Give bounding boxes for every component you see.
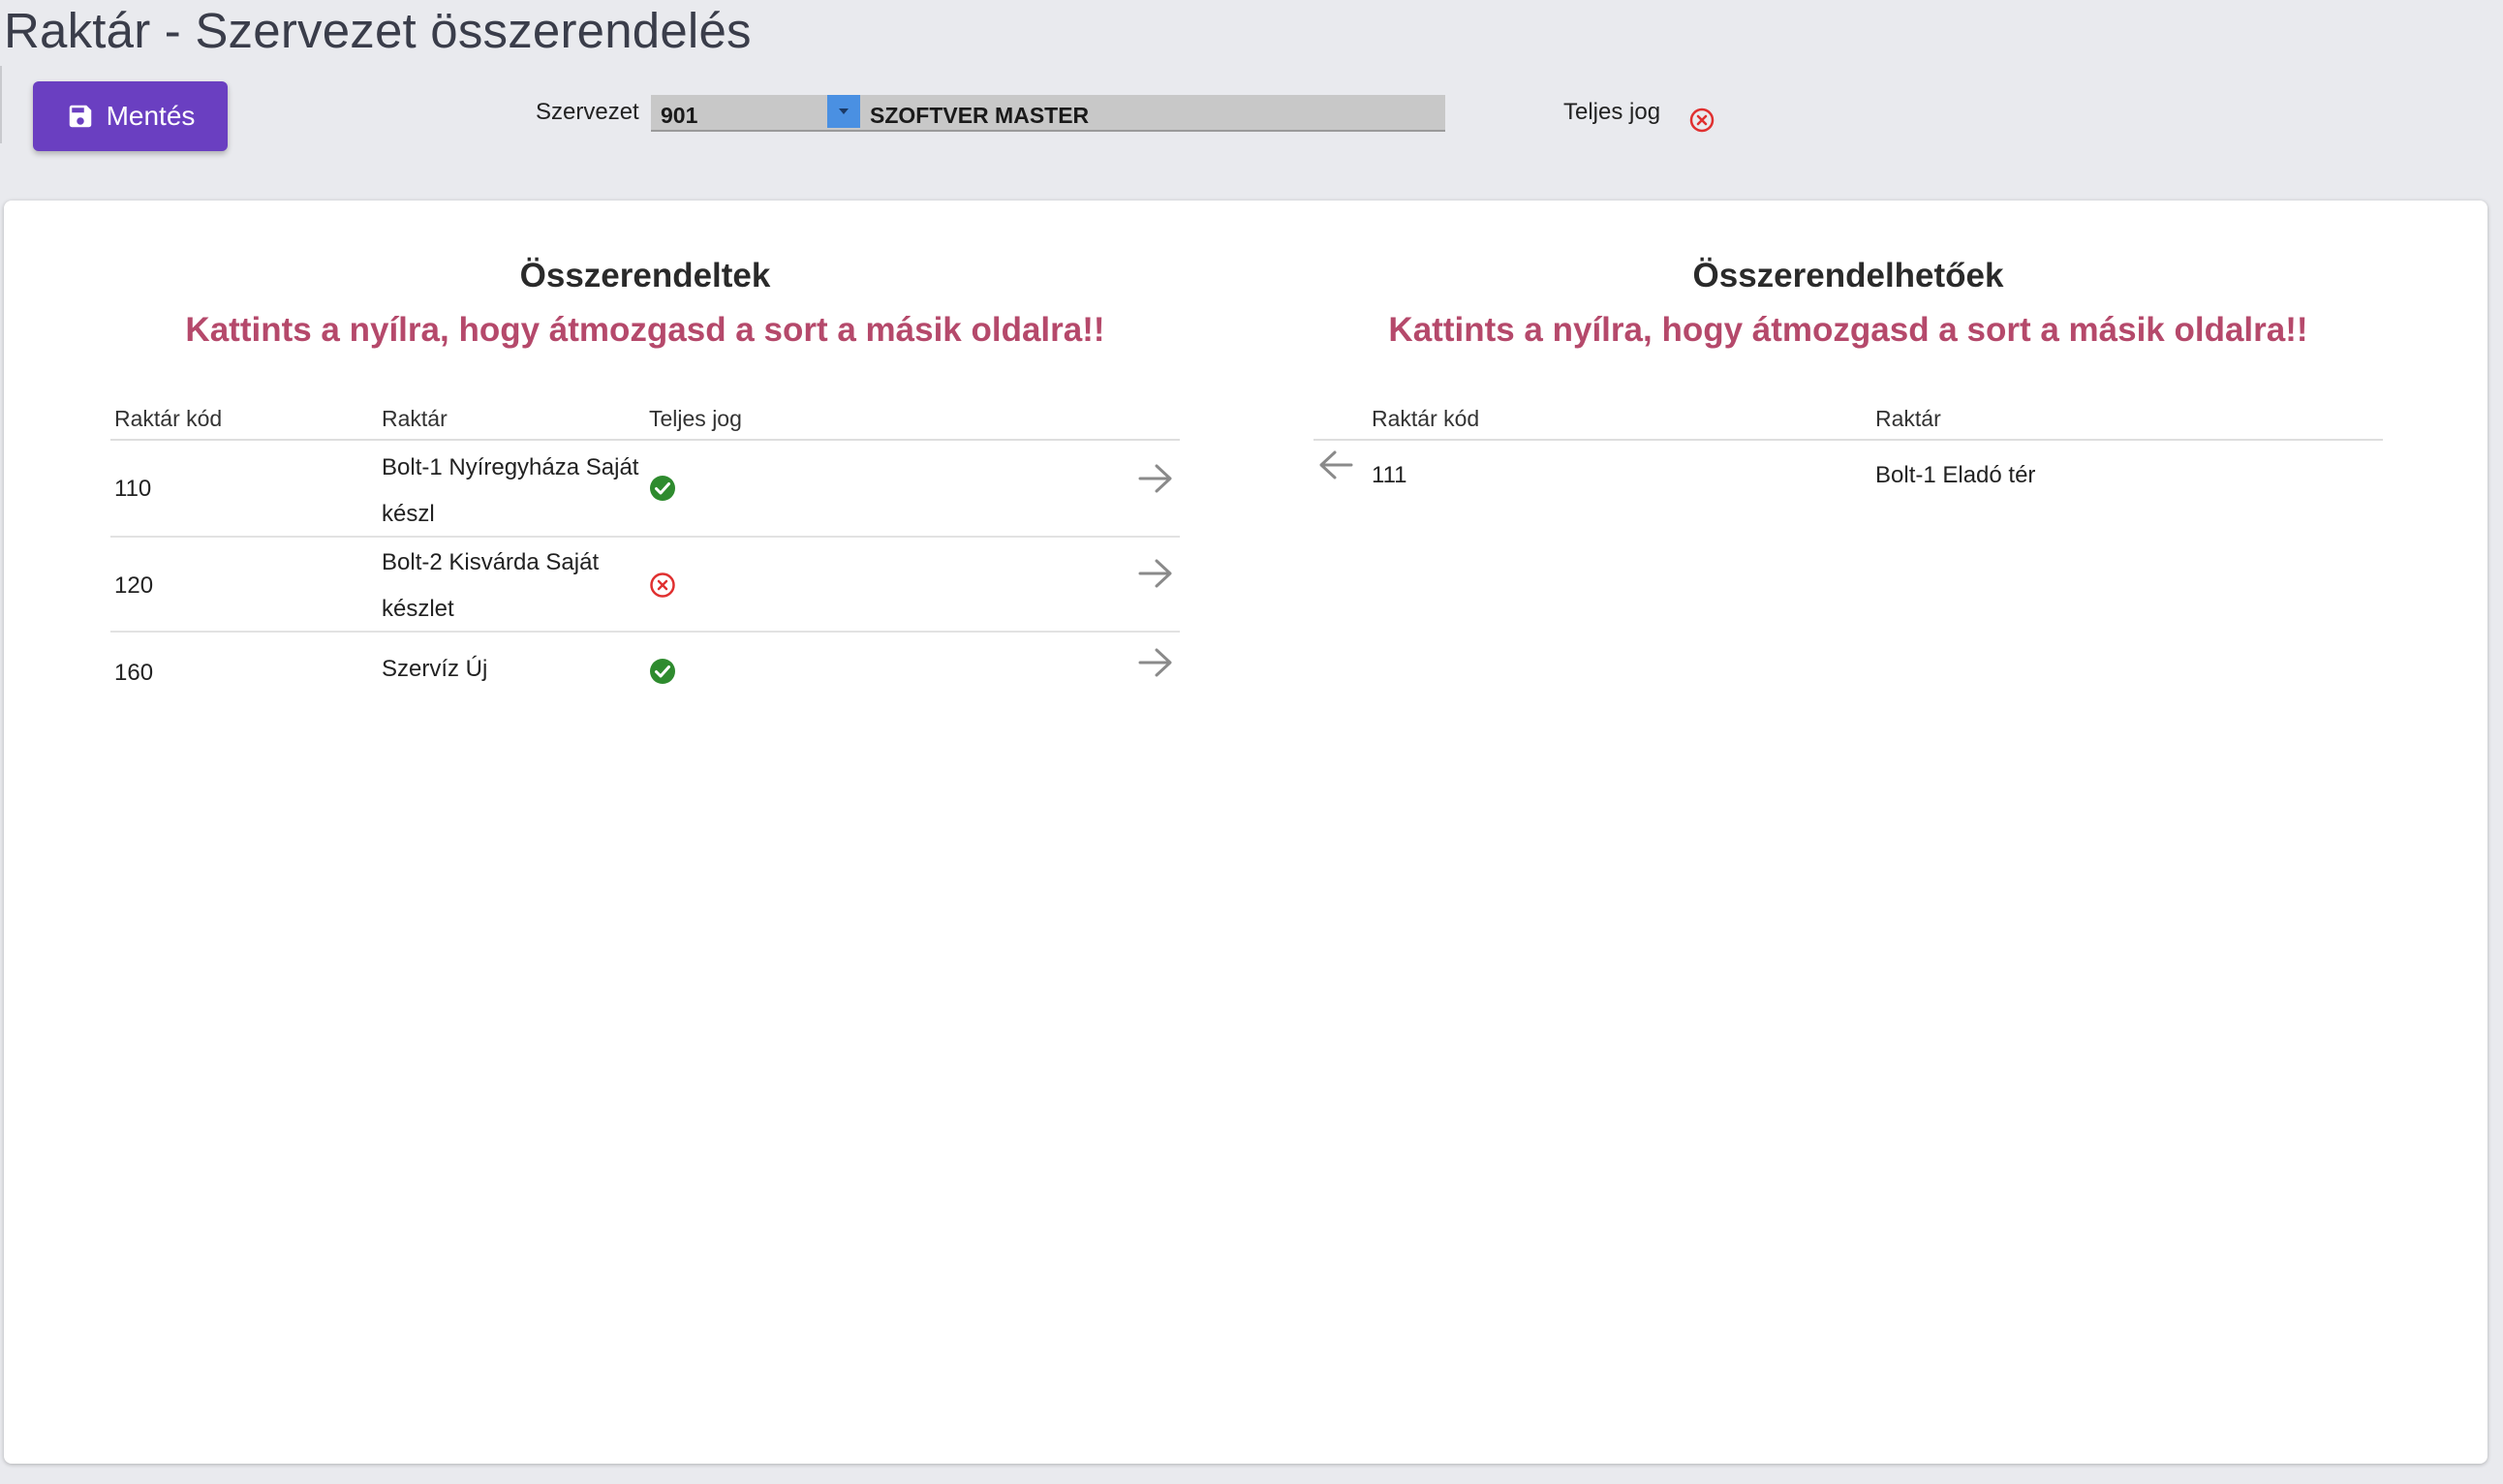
org-dropdown-button[interactable] — [827, 95, 860, 128]
column-header-code: Raktár kód — [1372, 406, 1480, 431]
arrow-left-icon[interactable] — [1317, 448, 1354, 481]
assignable-table-header: Raktár kód Raktár — [1313, 398, 2383, 441]
cancel-circle-icon[interactable] — [1688, 107, 1715, 134]
warehouse-code: 110 — [114, 476, 152, 502]
warehouse-name: Bolt-1 Nyíregyháza Saját készl — [382, 445, 663, 538]
page-title: Raktár - Szervezet összerendelés — [4, 3, 752, 58]
table-row: 120 Bolt-2 Kisvárda Saját készlet — [110, 538, 1180, 633]
warehouse-name: Bolt-2 Kisvárda Saját készlet — [382, 540, 663, 633]
caret-down-icon — [839, 108, 849, 114]
assigned-heading: Összerendeltek — [519, 257, 771, 294]
column-header-code: Raktár kód — [114, 406, 223, 431]
assigned-table-header: Raktár kód Raktár Teljes jog — [110, 398, 1180, 441]
warehouse-code: 160 — [114, 660, 154, 686]
warehouse-name-line: Bolt-1 Nyíregyháza Saját — [382, 454, 639, 480]
save-button[interactable]: Mentés — [33, 81, 228, 151]
assignment-card: Összerendeltek Kattints a nyílra, hogy á… — [4, 201, 2488, 1464]
warehouse-name: Szervíz Új — [382, 656, 488, 682]
table-row: 160 Szervíz Új — [110, 633, 1180, 706]
org-label: Szervezet — [536, 99, 639, 125]
table-row: 111 Bolt-1 Eladó tér — [1313, 441, 2383, 491]
column-header-warehouse: Raktár — [382, 406, 448, 431]
column-header-warehouse: Raktár — [1875, 406, 1941, 431]
save-button-label: Mentés — [106, 101, 196, 131]
assignable-hint: Kattints a nyílra, hogy átmozgasd a sort… — [1388, 311, 2308, 349]
column-header-full-right: Teljes jog — [649, 406, 742, 431]
divider — [0, 66, 2, 143]
arrow-right-icon[interactable] — [1137, 462, 1174, 495]
arrow-right-icon[interactable] — [1137, 557, 1174, 590]
cancel-circle-icon — [650, 572, 675, 598]
check-circle-icon — [650, 659, 675, 684]
check-circle-icon — [650, 476, 675, 501]
warehouse-name-line: Bolt-2 Kisvárda Saját — [382, 549, 600, 575]
warehouse-name-line: készl — [382, 501, 435, 527]
full-right-label: Teljes jog — [1563, 99, 1661, 125]
warehouse-code: 111 — [1372, 462, 1407, 488]
warehouse-code: 120 — [114, 572, 154, 599]
warehouse-name: Bolt-1 Eladó tér — [1875, 462, 2036, 488]
org-select[interactable]: 901 SZOFTVER MASTER — [651, 95, 1445, 132]
org-code-value[interactable]: 901 — [661, 103, 697, 129]
table-row: 110 Bolt-1 Nyíregyháza Saját készl — [110, 441, 1180, 538]
org-name-value: SZOFTVER MASTER — [870, 103, 1090, 128]
assignable-heading: Összerendelhetőek — [1692, 257, 2004, 294]
assigned-hint: Kattints a nyílra, hogy átmozgasd a sort… — [185, 311, 1105, 349]
arrow-right-icon[interactable] — [1137, 646, 1174, 679]
warehouse-name-line: készlet — [382, 596, 454, 622]
floppy-disk-icon — [69, 105, 91, 128]
